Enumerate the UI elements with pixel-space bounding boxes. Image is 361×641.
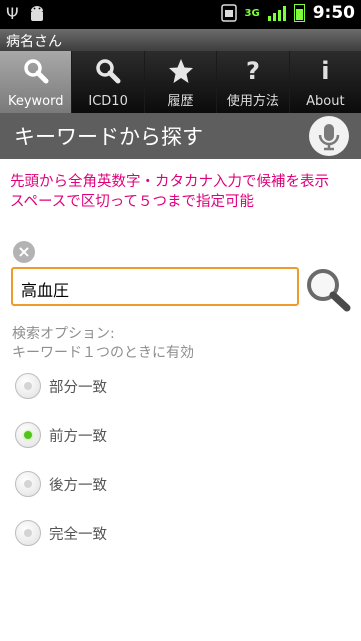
- search-header-label: キーワードから探す: [14, 125, 203, 149]
- radio-button[interactable]: [15, 422, 41, 448]
- radio-button[interactable]: [15, 520, 41, 546]
- search-input[interactable]: 高血圧: [11, 267, 299, 306]
- question-icon: ?: [245, 57, 260, 85]
- radio-label: 完全一致: [49, 526, 107, 543]
- voice-search-button[interactable]: [309, 116, 349, 156]
- close-icon: ×: [17, 242, 31, 261]
- instruction-text: 先頭から全角英数字・カタカナ入力で候補を表示 スペースで区切って５つまで指定可能: [10, 172, 355, 212]
- radio-button[interactable]: [15, 373, 41, 399]
- radio-prefix-match[interactable]: 前方一致: [15, 420, 107, 450]
- search-icon: [23, 59, 49, 84]
- search-options-title: 検索オプション:: [12, 326, 115, 342]
- radio-suffix-match[interactable]: 後方一致: [15, 469, 107, 499]
- tab-bar: Keyword ICD10 履歴 ? 使用方法 i About: [0, 51, 361, 113]
- usb-icon: Ψ: [6, 4, 19, 23]
- info-icon: i: [321, 57, 330, 85]
- microphone-icon: [318, 124, 340, 151]
- battery-icon: [293, 4, 305, 22]
- app-title-bar: 病名さん: [0, 29, 361, 51]
- android-debug-icon: [30, 6, 43, 21]
- search-header: キーワードから探す: [0, 113, 361, 159]
- search-input-value: 高血圧: [21, 281, 70, 300]
- star-icon: [168, 59, 193, 83]
- app-title: 病名さん: [6, 34, 62, 50]
- tab-label: ICD10: [88, 94, 128, 109]
- signal-icon: [267, 5, 286, 21]
- status-bar: Ψ 3G 9:50: [0, 0, 361, 29]
- radio-label: 前方一致: [49, 428, 107, 445]
- tab-label: About: [306, 94, 345, 109]
- radio-label: 部分一致: [49, 379, 107, 396]
- status-time: 9:50: [312, 3, 355, 23]
- instruction-line-2: スペースで区切って５つまで指定可能: [10, 194, 255, 210]
- instruction-line-1: 先頭から全角英数字・カタカナ入力で候補を表示: [10, 174, 329, 190]
- search-options-note: キーワード１つのときに有効: [12, 345, 194, 361]
- tab-about[interactable]: i About: [289, 51, 361, 113]
- radio-exact-match[interactable]: 完全一致: [15, 518, 107, 548]
- radio-label: 後方一致: [49, 477, 107, 494]
- tab-icd10[interactable]: ICD10: [72, 51, 145, 113]
- network-type: 3G: [244, 7, 260, 19]
- search-icon: [96, 59, 121, 84]
- sim-icon: [220, 4, 237, 22]
- tab-label: Keyword: [7, 94, 64, 109]
- radio-button[interactable]: [15, 471, 41, 497]
- tab-keyword[interactable]: Keyword: [0, 51, 73, 113]
- tab-usage[interactable]: ? 使用方法: [217, 51, 290, 113]
- clear-button[interactable]: ×: [13, 241, 35, 263]
- tab-label: 使用方法: [226, 94, 279, 109]
- radio-partial-match[interactable]: 部分一致: [15, 371, 107, 401]
- tab-label: 履歴: [167, 94, 194, 109]
- tab-history[interactable]: 履歴: [144, 51, 218, 113]
- search-options-label: 検索オプション: キーワード１つのときに有効: [12, 325, 194, 363]
- search-icon: [307, 269, 351, 312]
- search-button[interactable]: [303, 265, 353, 313]
